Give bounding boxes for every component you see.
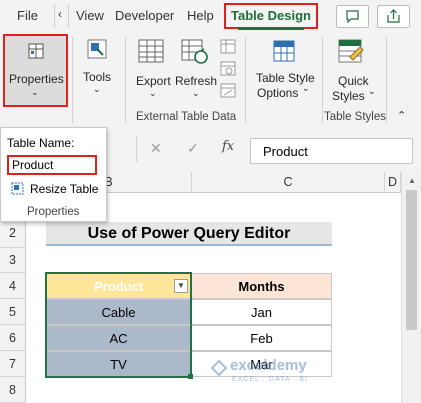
table-header-product[interactable]: Product ▼ — [46, 273, 191, 299]
table-properties-icon[interactable] — [220, 39, 238, 55]
tools-button[interactable]: Tools ⌄ — [78, 37, 116, 103]
quick-styles-label-line2: Styles — [332, 89, 365, 103]
table-name-input[interactable]: Product — [7, 155, 97, 175]
collapse-ribbon-icon[interactable]: ⌃ — [397, 109, 406, 122]
row-header-4[interactable]: 4 — [0, 273, 26, 299]
row-header-7[interactable]: 7 — [0, 351, 26, 377]
row-header-6[interactable]: 6 — [0, 325, 26, 351]
tab-help[interactable]: Help — [187, 8, 214, 23]
chevron-down-icon: ⌄ — [93, 84, 101, 94]
table-header-product-label: Product — [93, 279, 144, 294]
table-header-months[interactable]: Months — [191, 273, 332, 299]
formula-input[interactable]: Product — [250, 138, 413, 164]
row-header-8[interactable]: 8 — [0, 377, 26, 403]
refresh-label: Refresh — [175, 74, 218, 88]
cell-months-1[interactable]: Jan — [191, 299, 332, 325]
tab-developer[interactable]: Developer — [115, 8, 174, 23]
scrollbar-thumb[interactable] — [406, 190, 417, 330]
open-in-browser-icon[interactable] — [220, 61, 238, 77]
cell-product-1[interactable]: Cable — [46, 299, 191, 325]
group-divider — [72, 37, 73, 123]
group-divider — [322, 37, 323, 123]
properties-popup: Table Name: Product Resize Table Propert… — [0, 127, 107, 222]
cell-product-2[interactable]: AC — [46, 325, 191, 351]
refresh-icon — [181, 39, 208, 64]
resize-table-label: Resize Table — [30, 182, 99, 196]
tab-divider — [68, 4, 69, 28]
export-button[interactable]: Export ⌄ — [133, 37, 175, 103]
unlink-icon[interactable] — [220, 83, 238, 99]
quick-styles-label-line1: Quick — [338, 74, 369, 88]
chevron-down-icon: ⌄ — [192, 88, 200, 98]
ribbon-tab-bar: File ‹ View Developer Help Table Design — [0, 0, 421, 33]
refresh-button[interactable]: Refresh ⌄ — [175, 37, 217, 103]
group-label-external-table-data: External Table Data — [136, 111, 237, 123]
tab-file[interactable]: File — [17, 8, 38, 23]
properties-label: Properties — [9, 72, 64, 86]
properties-button[interactable]: Properties ⌄ — [3, 34, 68, 107]
tab-divider — [54, 4, 55, 28]
quick-styles-icon — [338, 39, 364, 63]
properties-group-label: Properties — [27, 206, 80, 218]
tab-table-design[interactable]: Table Design — [224, 3, 318, 29]
group-divider — [386, 37, 387, 123]
scroll-up-icon[interactable]: ▲ — [408, 176, 416, 185]
comments-button[interactable] — [336, 5, 369, 28]
insert-function-icon[interactable]: fx — [222, 139, 234, 154]
watermark-subtext: EXCEL · DATA · BI — [232, 376, 308, 383]
cancel-icon[interactable]: ✕ — [150, 140, 162, 157]
table-style-options-button[interactable]: Table Style Options ⌄ — [250, 37, 318, 103]
scroll-left-icon[interactable]: ‹ — [58, 7, 62, 21]
share-button[interactable] — [377, 5, 410, 28]
chevron-down-icon: ⌄ — [31, 87, 39, 97]
chevron-down-icon: ⌄ — [302, 83, 310, 93]
tab-view[interactable]: View — [76, 8, 104, 23]
row-header-3[interactable]: 3 — [0, 248, 26, 273]
comment-icon — [346, 10, 359, 24]
resize-table-icon — [11, 182, 24, 195]
group-divider — [125, 37, 126, 123]
ribbon: Properties ⌄ Tools ⌄ Export ⌄ Refresh ⌄ … — [0, 33, 421, 128]
sheet-title[interactable]: Use of Power Query Editor — [46, 222, 332, 246]
fill-handle[interactable] — [188, 374, 193, 379]
table-style-options-icon — [273, 40, 295, 62]
resize-table-button[interactable]: Resize Table — [11, 180, 103, 198]
watermark-logo: exceldemy EXCEL · DATA · BI — [210, 357, 330, 391]
filter-dropdown-icon[interactable]: ▼ — [174, 279, 188, 293]
cell-product-3[interactable]: TV — [46, 351, 191, 377]
enter-icon[interactable]: ✓ — [187, 140, 199, 157]
table-style-options-label-line2: Options — [257, 86, 299, 100]
vertical-scrollbar[interactable]: ▲ — [401, 172, 421, 403]
watermark-icon — [210, 359, 228, 377]
column-header-c[interactable]: C — [192, 172, 385, 193]
column-header-d[interactable]: D — [385, 172, 401, 193]
formula-content: Product — [263, 144, 308, 159]
row-header-5[interactable]: 5 — [0, 299, 26, 325]
chevron-down-icon: ⌄ — [149, 88, 157, 98]
row-header-2[interactable]: 2 — [0, 219, 26, 248]
watermark-text: exceldemy — [230, 357, 307, 374]
export-table-icon — [138, 39, 164, 63]
tools-label: Tools — [83, 70, 112, 84]
export-label: Export — [136, 74, 171, 88]
share-icon — [387, 9, 400, 23]
group-divider — [245, 37, 246, 123]
formula-divider — [136, 136, 137, 162]
properties-icon — [28, 43, 44, 59]
active-tab-underline — [238, 27, 304, 30]
chevron-down-icon: ⌄ — [368, 86, 376, 96]
tools-icon — [87, 39, 107, 59]
table-name-label: Table Name: — [7, 136, 75, 150]
cell-months-2[interactable]: Feb — [191, 325, 332, 351]
quick-styles-button[interactable]: Quick Styles ⌄ — [328, 37, 376, 103]
group-label-table-styles: Table Styles — [324, 111, 387, 123]
